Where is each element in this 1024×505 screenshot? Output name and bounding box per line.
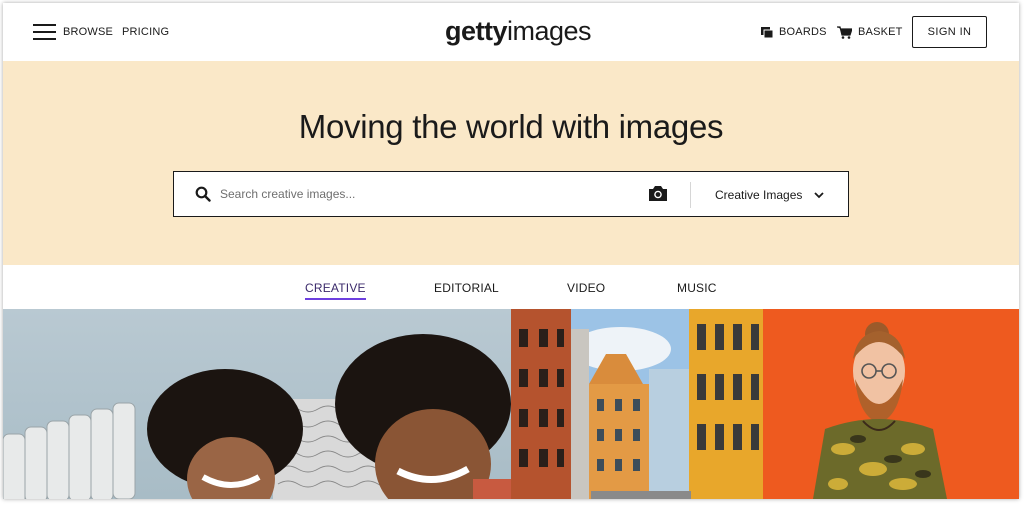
pricing-link[interactable]: PRICING xyxy=(122,26,169,38)
boards-icon[interactable] xyxy=(761,27,773,38)
tab-video[interactable]: VIDEO xyxy=(567,281,605,295)
chevron-down-icon xyxy=(814,191,825,198)
gettyimages-logo[interactable]: gettyimages xyxy=(445,16,592,46)
image-type-dropdown[interactable]: Creative Images xyxy=(715,186,825,204)
logo-bold-text: getty xyxy=(445,16,508,46)
search-divider xyxy=(690,182,691,208)
tab-music[interactable]: MUSIC xyxy=(677,281,717,295)
tab-creative[interactable]: CREATIVE xyxy=(305,281,366,300)
search-bar: Creative Images xyxy=(173,171,849,217)
hero-image-gallery xyxy=(3,309,1019,499)
gallery-image-colorful-buildings[interactable] xyxy=(511,309,763,499)
basket-link[interactable]: BASKET xyxy=(858,26,903,38)
logo-light-text: images xyxy=(507,16,592,46)
browser-page: BROWSE PRICING gettyimages BOARDS BASKET… xyxy=(3,3,1019,499)
browse-link[interactable]: BROWSE xyxy=(63,26,113,38)
sign-in-button[interactable]: SIGN IN xyxy=(912,16,987,48)
search-input[interactable] xyxy=(220,184,630,204)
boards-link[interactable]: BOARDS xyxy=(779,26,827,38)
hero-banner: Moving the world with images Creative Im… xyxy=(3,61,1019,265)
content-type-tabs: CREATIVE EDITORIAL VIDEO MUSIC xyxy=(3,265,1019,309)
site-header: BROWSE PRICING gettyimages BOARDS BASKET… xyxy=(3,3,1019,61)
shopping-cart-icon[interactable] xyxy=(837,26,852,39)
search-icon[interactable] xyxy=(195,186,211,202)
gallery-image-people-smiling[interactable] xyxy=(3,309,511,499)
gallery-image-man-orange-background[interactable] xyxy=(763,309,1019,499)
camera-icon[interactable] xyxy=(648,185,668,202)
tab-editorial[interactable]: EDITORIAL xyxy=(434,281,499,295)
hamburger-menu-icon[interactable] xyxy=(33,24,56,40)
hero-title: Moving the world with images xyxy=(298,108,724,145)
image-type-selected: Creative Images xyxy=(715,188,803,202)
